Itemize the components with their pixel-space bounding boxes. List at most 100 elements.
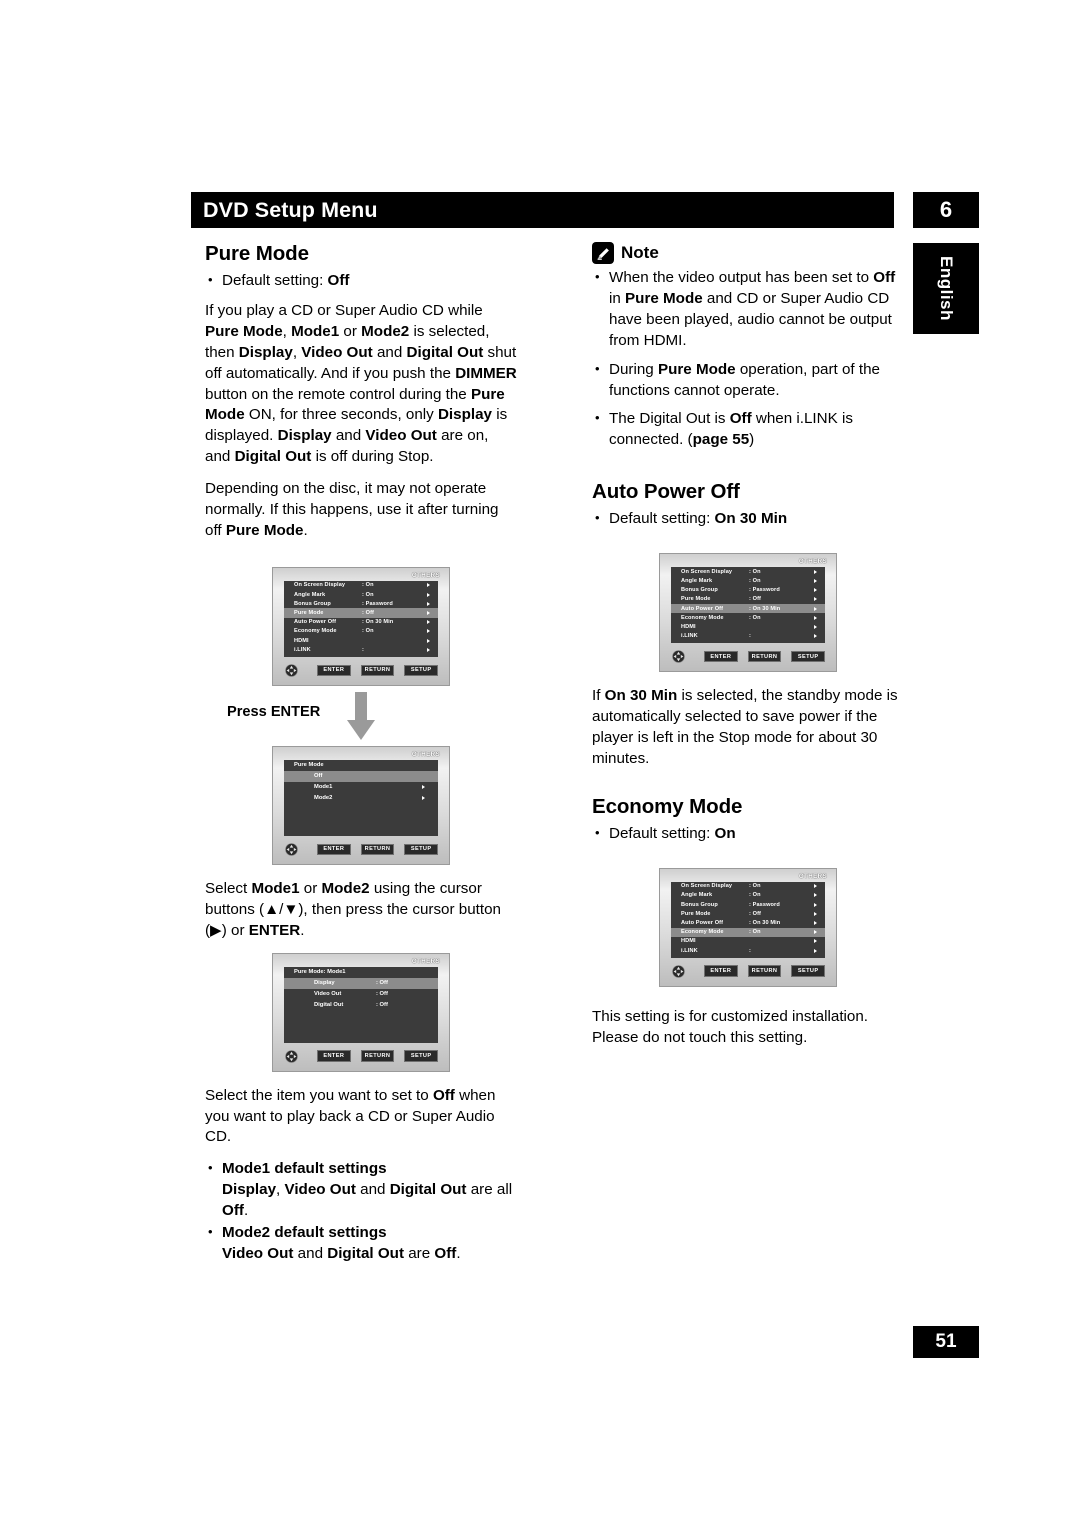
pure-mode-default-list: Default setting: Off [205, 270, 517, 292]
auto-power-off-default-list: Default setting: On 30 Min [592, 508, 904, 530]
osd-row-value: : On [749, 577, 761, 584]
pure-mode-paragraph-4: Select the item you want to set to Off w… [205, 1086, 496, 1146]
osd-menu-row[interactable]: Economy Mode: On [671, 927, 825, 937]
osd-menu-row[interactable]: Auto Power Off: On 30 Min [671, 918, 825, 927]
osd-row-value: : [749, 947, 751, 954]
press-enter-label: Press ENTER [227, 703, 321, 720]
osd-row-value: : On [749, 892, 761, 899]
mode1-defaults-detail: Display, Video Out and Digital Out are a… [222, 1181, 513, 1220]
list-item: Default setting: Off [205, 270, 517, 292]
osd-row-label: Pure Mode [681, 910, 711, 917]
osd-menu-item[interactable]: Mode1 [284, 782, 438, 793]
pure-mode-paragraph-1: If you play a CD or Super Audio CD while… [205, 301, 517, 466]
osd-menu-row[interactable]: On Screen Display: On [284, 581, 438, 590]
osd-row-value: : On 30 Min [749, 605, 781, 612]
osd-enter-button[interactable]: ENTER [317, 664, 351, 677]
osd-row-label: i.LINK [681, 633, 698, 640]
osd-setup-button[interactable]: SETUP [404, 664, 439, 677]
osd-menu-row[interactable]: Bonus Group: Password [671, 586, 825, 595]
osd-row-value: : Off [376, 991, 388, 998]
osd-menu-row[interactable]: Pure Mode: Off [671, 595, 825, 604]
osd-row-label: Economy Mode [294, 628, 337, 635]
osd-menu-row[interactable]: Economy Mode: On [284, 627, 438, 636]
chevron-right-icon [427, 583, 430, 588]
osd-return-button[interactable]: RETURN [360, 1050, 395, 1062]
osd-row-label: Angle Mark [681, 577, 713, 584]
osd-menu-row[interactable]: On Screen Display: On [671, 567, 825, 576]
osd-row-value: : Off [749, 596, 761, 603]
osd-menu-item[interactable]: Off [284, 770, 438, 782]
osd-row-label: Auto Power Off [681, 605, 724, 612]
page-header-bar: DVD Setup Menu [191, 192, 894, 228]
chevron-right-icon [427, 601, 430, 606]
osd-menu-row[interactable]: HDMI [671, 622, 825, 631]
osd-menu-row[interactable]: Video Out: Off [284, 989, 438, 1000]
osd-return-button[interactable]: RETURN [747, 650, 782, 663]
osd-setup-button[interactable]: SETUP [404, 843, 439, 856]
osd-row-value: : On [749, 568, 761, 575]
osd-row-value: : On [362, 591, 374, 598]
osd-menu-row[interactable]: i.LINK: [671, 946, 825, 955]
osd-row-label: Angle Mark [294, 591, 326, 598]
osd-menu-row[interactable]: Angle Mark : On [671, 576, 825, 585]
osd-menu-item[interactable]: Mode2 [284, 793, 438, 804]
osd-menu-row[interactable]: Economy Mode: On [671, 613, 825, 622]
dpad-icon [284, 664, 299, 677]
right-column: Note When the video output has been set … [592, 242, 904, 1049]
osd-menu-title: Pure Mode [294, 762, 324, 769]
osd-menu-row[interactable]: Display: Off [284, 977, 438, 989]
osd-button-bar: ENTER RETURN SETUP [284, 1049, 439, 1063]
osd-menu-row[interactable]: Pure Mode: Off [284, 608, 438, 618]
osd-menu-row[interactable]: Auto Power Off : On 30 Min [671, 603, 825, 614]
chevron-right-icon [427, 611, 430, 616]
osd-row-value: : Off [376, 980, 388, 987]
osd-menu-row[interactable]: Angle Mark : On [284, 590, 438, 599]
osd-screenshot-pure-mode-list: OTHERS Pure Mode Off Mode1 Mode2 ENTER RETU… [272, 745, 450, 865]
chapter-number-badge: 6 [913, 192, 979, 228]
chevron-right-icon [814, 911, 817, 916]
osd-enter-button[interactable]: ENTER [317, 843, 351, 856]
osd-menu-row[interactable]: i.LINK: [284, 645, 438, 654]
list-item: Default setting: On [592, 823, 904, 845]
osd-screenshot-auto-power-off: OTHERS On Screen Display: On Angle Mark: … [659, 553, 837, 673]
osd-menu-row[interactable]: HDMI [284, 636, 438, 645]
osd-row-value: : Password [362, 600, 393, 607]
osd-row-label: i.LINK [681, 947, 698, 954]
chevron-right-icon [814, 588, 817, 593]
default-setting-label: Default setting: [609, 510, 715, 528]
osd-menu-row[interactable]: Bonus Group: Password [671, 900, 825, 909]
dpad-icon [284, 843, 299, 856]
osd-row-value: : On [749, 614, 761, 621]
osd-setup-button[interactable]: SETUP [404, 1050, 439, 1062]
osd-screenshot-economy-mode: OTHERS On Screen Display: On Angle Mark: … [659, 867, 837, 987]
osd-return-button[interactable]: RETURN [360, 664, 395, 677]
osd-return-button[interactable]: RETURN [747, 965, 782, 977]
osd-menu-row[interactable]: Bonus Group: Password [284, 599, 438, 608]
osd-row-value: : [749, 633, 751, 640]
language-tab: English [913, 243, 979, 334]
page-title: DVD Setup Menu [203, 197, 378, 222]
chevron-right-icon [427, 620, 430, 625]
osd-menu-row[interactable]: i.LINK: [671, 631, 825, 640]
list-item: When the video output has been set to Of… [592, 267, 904, 352]
list-item: The Digital Out is Off when i.LINK is co… [592, 408, 904, 451]
section-heading-auto-power-off: Auto Power Off [592, 480, 740, 504]
osd-enter-button[interactable]: ENTER [704, 650, 738, 663]
osd-setup-button[interactable]: SETUP [791, 965, 826, 977]
chevron-right-icon [422, 785, 425, 790]
osd-row-label: Bonus Group [681, 587, 718, 594]
osd-menu-row[interactable]: Pure Mode: Off [671, 909, 825, 918]
mode2-defaults-detail: Video Out and Digital Out are Off. [222, 1244, 461, 1262]
osd-menu-row[interactable]: HDMI [671, 937, 825, 946]
chevron-right-icon [814, 939, 817, 944]
osd-menu-row[interactable]: Digital Out: Off [284, 1000, 438, 1011]
osd-menu-row[interactable]: On Screen Display: On [671, 882, 825, 891]
osd-enter-button[interactable]: ENTER [704, 965, 738, 977]
note-list: When the video output has been set to Of… [592, 267, 904, 451]
dpad-icon [671, 964, 686, 978]
osd-menu-row[interactable]: Auto Power Off: On 30 Min [284, 618, 438, 627]
osd-setup-button[interactable]: SETUP [791, 650, 826, 663]
osd-return-button[interactable]: RETURN [360, 843, 395, 856]
osd-enter-button[interactable]: ENTER [317, 1050, 351, 1062]
osd-menu-row[interactable]: Angle Mark: On [671, 891, 825, 900]
